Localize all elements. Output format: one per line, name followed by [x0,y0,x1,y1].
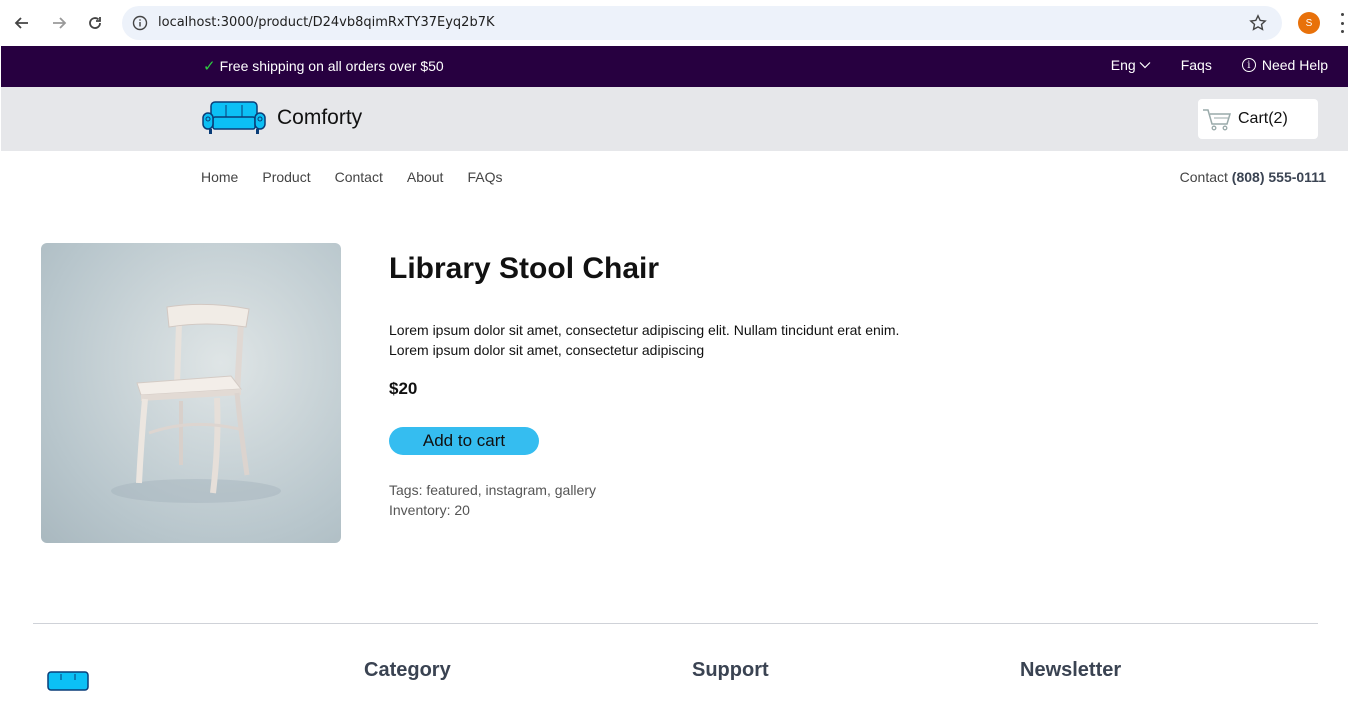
language-label: Eng [1110,57,1136,73]
shipping-text: Free shipping on all orders over $50 [219,58,444,74]
browser-menu-icon[interactable] [1336,13,1348,33]
product-image [41,243,341,543]
footer-logo[interactable] [44,670,92,718]
product-description: Lorem ipsum dolor sit amet, consectetur … [389,320,949,360]
product-tags: Tags: featured, instagram, gallery [389,482,596,498]
site-header: Comforty Cart(2) [1,87,1348,151]
product-price: $20 [389,379,418,398]
product-meta: Tags: featured, instagram, gallery Inven… [389,480,596,520]
browser-toolbar: localhost:3000/product/D24vb8qimRxTY37Ey… [0,0,1348,46]
shopping-cart-icon [1203,109,1232,131]
sofa-icon [47,671,89,691]
nav-contact[interactable]: Contact [335,169,383,185]
url-text: localhost:3000/product/D24vb8qimRxTY37Ey… [158,15,495,30]
check-icon: ✓ [203,58,216,75]
footer-divider [33,623,1318,624]
nav-about[interactable]: About [407,169,444,185]
chevron-down-icon [1139,62,1151,69]
bookmark-star-icon[interactable] [1248,13,1268,33]
footer-heading-category: Category [364,659,451,681]
faqs-link[interactable]: Faqs [1181,57,1212,73]
product-title: Library Stool Chair [389,252,660,285]
forward-icon[interactable] [47,11,71,35]
need-help-link[interactable]: i Need Help [1241,57,1328,73]
announcement-bar: ✓ Free shipping on all orders over $50 E… [1,46,1348,87]
contact-label: Contact [1179,169,1228,185]
brand-logo[interactable]: Comforty [201,101,362,135]
shipping-notice: ✓ Free shipping on all orders over $50 [203,57,444,75]
need-help-label: Need Help [1261,57,1328,73]
info-icon: i [1241,58,1256,72]
chair-illustration [111,303,281,503]
address-bar[interactable]: localhost:3000/product/D24vb8qimRxTY37Ey… [122,6,1282,40]
product-inventory: Inventory: 20 [389,502,470,518]
footer-heading-support: Support [692,659,769,681]
reload-icon[interactable] [83,11,107,35]
back-icon[interactable] [10,11,34,35]
cart-label: Cart(2) [1238,110,1288,127]
phone-number[interactable]: (808) 555-0111 [1232,169,1326,185]
site-info-icon[interactable] [130,13,150,33]
language-selector[interactable]: Eng [1111,57,1151,73]
footer-heading-newsletter: Newsletter [1020,659,1122,681]
profile-avatar[interactable]: S [1298,12,1320,34]
brand-name: Comforty [277,106,363,129]
sofa-icon [202,101,266,134]
add-to-cart-button[interactable]: Add to cart [389,427,539,455]
contact-phone: Contact (808) 555-0111 [1180,169,1326,185]
main-nav: Home Product Contact About FAQs [201,169,502,185]
description-line: Lorem ipsum dolor sit amet, consectetur … [389,342,705,358]
description-line: Lorem ipsum dolor sit amet, consectetur … [389,322,900,338]
nav-faqs[interactable]: FAQs [467,169,502,185]
cart-button[interactable]: Cart(2) [1198,99,1318,139]
nav-product[interactable]: Product [262,169,310,185]
nav-home[interactable]: Home [201,169,238,185]
